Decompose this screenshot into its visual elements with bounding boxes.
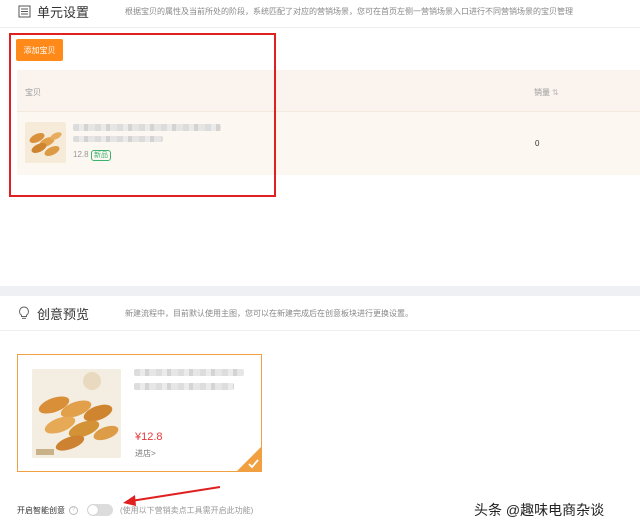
- list-icon: [15, 2, 33, 20]
- unit-settings-title: 单元设置: [37, 4, 90, 20]
- creative-card[interactable]: ¥12.8 进店>: [17, 354, 262, 472]
- creative-price: ¥12.8: [135, 431, 163, 443]
- column-header-sales[interactable]: 销量 ⇅: [534, 87, 559, 98]
- product-sales: 0: [535, 139, 540, 148]
- lightbulb-icon: [15, 304, 33, 322]
- creative-preview-title: 创意预览: [37, 306, 90, 322]
- smart-creative-label: 开启智能创意: [17, 505, 65, 515]
- help-icon[interactable]: ?: [69, 505, 78, 515]
- column-header-sales-label: 销量: [534, 88, 550, 97]
- watermark-text: 头条 @趣味电商杂谈: [474, 502, 605, 518]
- creative-title-blurred: [134, 383, 234, 390]
- smart-creative-toggle[interactable]: [87, 504, 113, 516]
- section-separator: [0, 286, 640, 296]
- toggle-knob: [88, 505, 98, 515]
- shop-link[interactable]: 进店>: [135, 448, 156, 459]
- creative-preview-description: 新建流程中，目前默认使用主图，您可以在新建完成后在创意板块进行更换设置。: [125, 308, 413, 318]
- divider: [0, 330, 640, 331]
- selected-check-icon: [236, 446, 262, 472]
- annotation-highlight-box: [9, 33, 276, 197]
- creative-title-blurred: [134, 369, 244, 376]
- creative-preview-header: 创意预览 新建流程中，目前默认使用主图，您可以在新建完成后在创意板块进行更换设置…: [0, 298, 640, 328]
- divider: [0, 27, 640, 28]
- unit-settings-header: 单元设置 根据宝贝的属性及当前所处的阶段，系统匹配了对应的营销场景，您可在首页左…: [0, 0, 640, 26]
- annotation-arrow-icon: [123, 486, 221, 506]
- creative-image: [32, 369, 121, 458]
- unit-settings-description: 根据宝贝的属性及当前所处的阶段，系统匹配了对应的营销场景，您可在首页左侧一营销场…: [125, 6, 573, 16]
- sort-icon[interactable]: ⇅: [552, 88, 559, 97]
